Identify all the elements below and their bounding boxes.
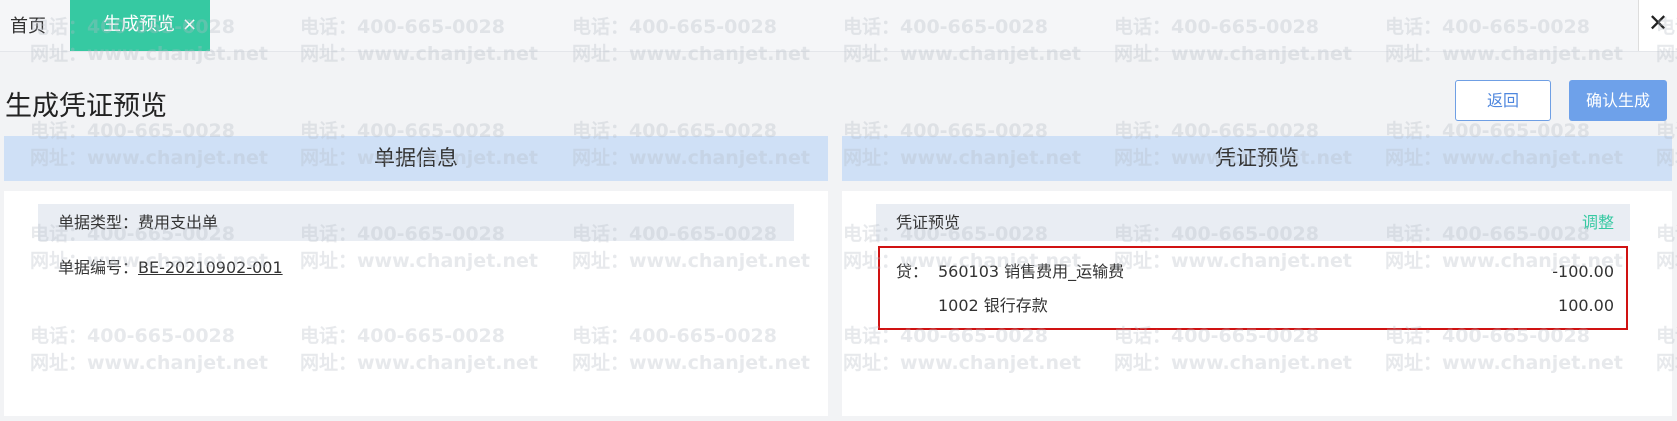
doc-no-row: 单据编号：BE-20210902-001 [58,254,283,278]
voucher-entry: 贷： 560103 销售费用_运输费 -100.00 [880,255,1626,289]
entry-amount: -100.00 [1552,262,1614,281]
tab-close-icon[interactable]: × [182,0,197,49]
voucher-entry: 1002 银行存款 100.00 [880,289,1626,323]
tab-generate-preview[interactable]: 生成预览 × [70,0,210,51]
doc-no-link[interactable]: BE-20210902-001 [138,258,283,277]
voucher-entries: 贷： 560103 销售费用_运输费 -100.00 1002 银行存款 100… [878,246,1628,330]
tab-generate-preview-label: 生成预览 [103,14,175,35]
doc-type-value: 费用支出单 [138,213,219,232]
doc-no-label: 单据编号： [58,258,139,277]
doc-type-label: 单据类型： [58,213,139,232]
entry-account: 560103 销售费用_运输费 [938,262,1125,281]
adjust-link[interactable]: 调整 [1582,204,1614,241]
entry-account: 1002 银行存款 [938,296,1048,315]
page-title: 生成凭证预览 [5,91,167,122]
entry-amount: 100.00 [1558,296,1614,315]
voucher-preview-header: 凭证预览 [842,136,1672,181]
entry-direction: 贷： [896,262,929,281]
close-icon[interactable]: ✕ [1638,0,1677,51]
voucher-preview-panel: 凭证预览 凭证预览 调整 贷： 560103 销售费用_运输费 -100.00 … [842,136,1672,416]
voucher-preview-body: 凭证预览 调整 贷： 560103 销售费用_运输费 -100.00 1002 … [842,191,1672,416]
tab-home[interactable]: 首页 [10,12,46,38]
document-info-header: 单据信息 [4,136,828,181]
back-button[interactable]: 返回 [1455,80,1551,121]
document-info-panel: 单据信息 单据类型：费用支出单 单据编号：BE-20210902-001 [4,136,828,416]
tab-bar: 首页 生成预览 × ✕ [0,0,1677,52]
doc-type-row: 单据类型：费用支出单 [38,204,794,241]
voucher-preview-subtitle: 凭证预览 [896,213,961,232]
voucher-preview-subheader: 凭证预览 调整 [876,204,1630,241]
confirm-generate-button[interactable]: 确认生成 [1569,80,1667,121]
document-info-body: 单据类型：费用支出单 单据编号：BE-20210902-001 [4,191,828,416]
